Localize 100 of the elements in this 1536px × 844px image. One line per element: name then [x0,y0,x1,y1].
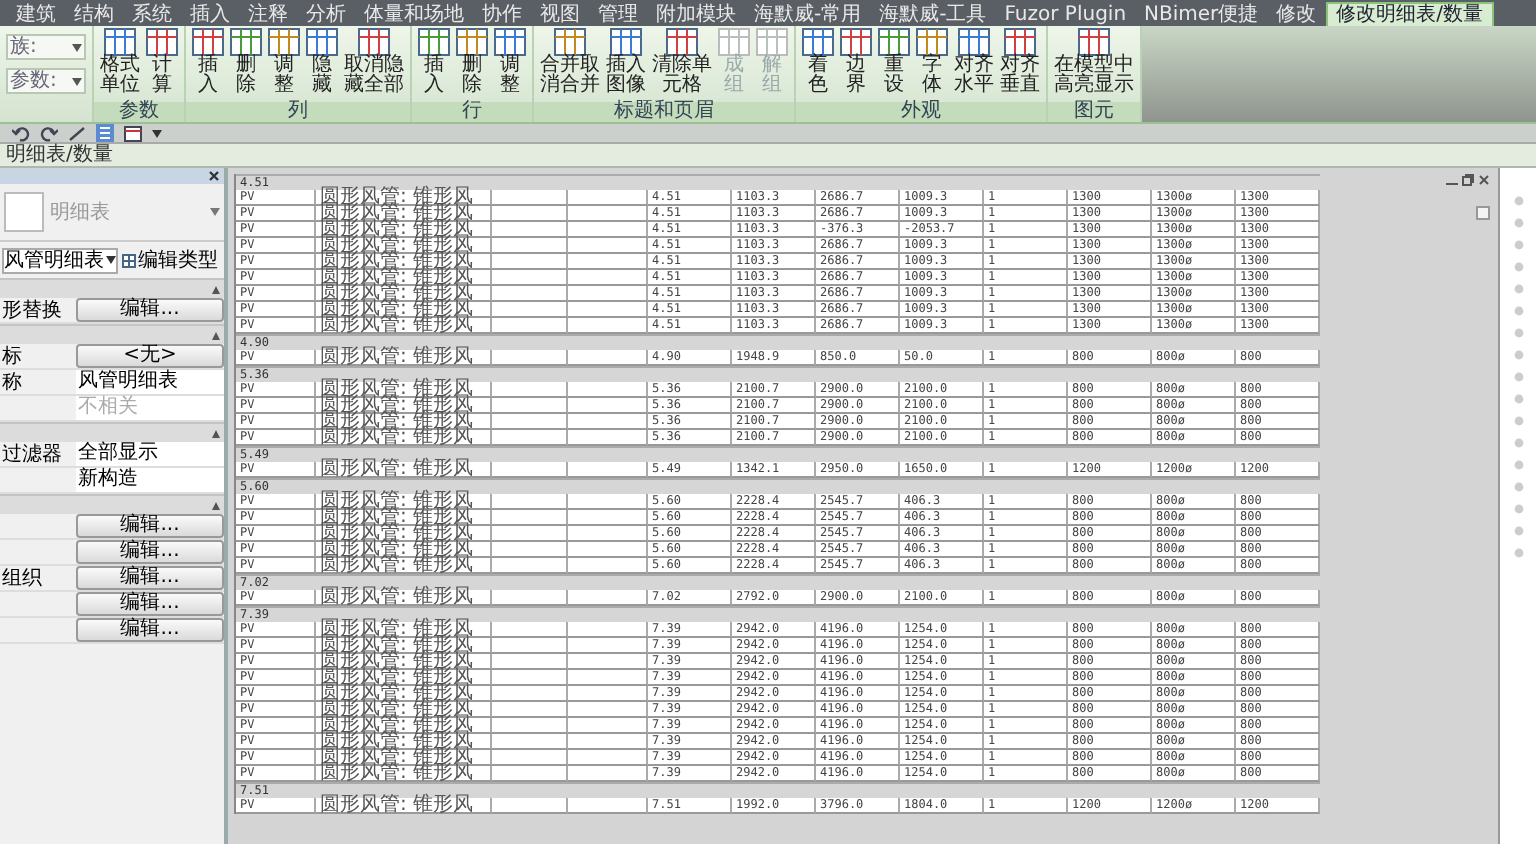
grid-icon [494,28,526,56]
ribbon-button[interactable]: 合并取消合并 [538,28,602,100]
undo-icon[interactable] [12,125,30,141]
ribbon-button[interactable]: 对齐水平 [952,28,996,100]
edit-button[interactable]: 编辑... [76,618,224,642]
window-icon[interactable] [124,125,142,141]
edit-button[interactable]: 编辑... [76,298,224,322]
edit-button[interactable]: 编辑... [76,514,224,538]
expand-icon[interactable] [1513,548,1523,558]
table-cell: 圆形风管: 锥形风 [316,558,492,574]
ribbon-button[interactable]: 删除 [454,28,490,100]
caret-icon [210,208,220,216]
edit-type-button[interactable]: 编辑类型 [122,246,218,274]
expand-icon[interactable] [1513,438,1523,448]
ribbon-tab[interactable]: NBimer便捷 [1136,4,1267,26]
collapse-icon[interactable] [212,285,220,293]
ribbon-tab[interactable]: 海默威-工具 [871,4,995,26]
expand-icon[interactable] [1513,240,1523,250]
close-icon[interactable] [208,170,220,182]
ribbon-group-label: 列 [186,102,410,122]
expand-icon[interactable] [1513,306,1523,316]
property-value[interactable]: 全部显示 [76,442,224,466]
ribbon-button[interactable]: 在模型中高亮显示 [1052,28,1136,100]
ribbon-tab[interactable]: 分析 [298,4,354,26]
ribbon-tab[interactable]: 协作 [474,4,530,26]
expand-icon[interactable] [1513,350,1523,360]
ribbon-tab[interactable]: 系统 [124,4,180,26]
ribbon-tab[interactable]: 插入 [182,4,238,26]
edit-button[interactable]: <无> [76,344,224,368]
list-icon[interactable] [96,124,114,142]
grid-icon [718,28,750,56]
ribbon-button[interactable]: 重设 [876,28,912,100]
table-cell: 圆形风管: 锥形风 [316,462,492,478]
ribbon-tab[interactable]: 建筑 [8,4,64,26]
grid-icon [146,28,178,56]
ribbon-button[interactable]: 插入 [190,28,226,100]
ribbon-tab[interactable]: 附加模块 [648,4,744,26]
edit-button[interactable]: 编辑... [76,566,224,590]
ribbon-button[interactable]: 边界 [838,28,874,100]
expand-icon[interactable] [1513,262,1523,272]
expand-icon[interactable] [1513,526,1523,536]
expand-icon[interactable] [1513,328,1523,338]
expand-icon[interactable] [1513,460,1523,470]
expand-icon[interactable] [1513,394,1523,404]
redo-icon[interactable] [40,125,58,141]
ribbon-tab[interactable]: 修改明细表/数量 [1326,2,1494,26]
ribbon-button[interactable]: 插入图像 [604,28,648,100]
grid-icon [958,28,990,56]
ribbon-tab[interactable]: 海默威-常用 [746,4,870,26]
ribbon-tab[interactable]: 注释 [240,4,296,26]
ribbon-tab[interactable]: 体量和场地 [356,4,472,26]
line-icon[interactable] [68,125,86,141]
expand-icon[interactable] [1513,196,1523,206]
edit-button[interactable]: 编辑... [76,540,224,564]
square-icon[interactable] [1476,206,1490,220]
collapse-icon[interactable] [212,331,220,339]
ribbon-tab[interactable]: 管理 [590,4,646,26]
ribbon-button[interactable]: 格式单位 [98,28,142,100]
ribbon-tab[interactable]: 视图 [532,4,588,26]
ribbon-button[interactable]: 对齐垂直 [998,28,1042,100]
expand-icon[interactable] [1513,218,1523,228]
ribbon-button[interactable]: 计算 [144,28,180,100]
restore-icon[interactable] [1462,174,1474,186]
ribbon-button[interactable]: 着色 [800,28,836,100]
ribbon-button[interactable]: 字体 [914,28,950,100]
grid-icon [230,28,262,56]
property-label: 过滤器 [0,443,64,465]
dropdown-field[interactable]: 族: [6,34,86,60]
ribbon-button[interactable]: 取消隐藏全部 [342,28,406,100]
ribbon-group-label: 外观 [796,102,1046,122]
ribbon-button[interactable]: 调整 [492,28,528,100]
grid-icon [268,28,300,56]
expand-icon[interactable] [1513,372,1523,382]
ribbon-button[interactable]: 隐藏 [304,28,340,100]
property-value[interactable]: 新构造 [76,468,224,492]
collapse-icon[interactable] [212,501,220,509]
expand-icon[interactable] [1513,482,1523,492]
table-cell: 圆形风管: 锥形风 [316,590,492,606]
close-icon[interactable] [1478,174,1490,186]
expand-icon[interactable] [1513,284,1523,294]
edit-button[interactable]: 编辑... [76,592,224,616]
ribbon-button[interactable]: 删除 [228,28,264,100]
view-title: 明细表/数量 [4,144,113,166]
property-value[interactable]: 风管明细表 [76,370,224,394]
expand-icon[interactable] [1513,416,1523,426]
ribbon-tab[interactable]: Fuzor Plugin [996,4,1135,26]
grid-icon [610,28,642,56]
collapse-icon[interactable] [212,429,220,437]
ribbon-button[interactable]: 调整 [266,28,302,100]
ribbon-button[interactable]: 清除单元格 [650,28,714,100]
dropdown-field[interactable]: 参数: [6,68,86,94]
expand-icon[interactable] [1513,504,1523,514]
ribbon-button[interactable]: 插入 [416,28,452,100]
ribbon-tab[interactable]: 结构 [66,4,122,26]
caret-icon [72,43,82,51]
grid-icon [554,28,586,56]
table-cell: 圆形风管: 锥形风 [316,766,492,782]
ribbon-tab[interactable]: 修改 [1268,4,1325,26]
type-selector[interactable]: 风管明细表 [2,247,118,273]
caret-icon[interactable] [152,129,162,137]
